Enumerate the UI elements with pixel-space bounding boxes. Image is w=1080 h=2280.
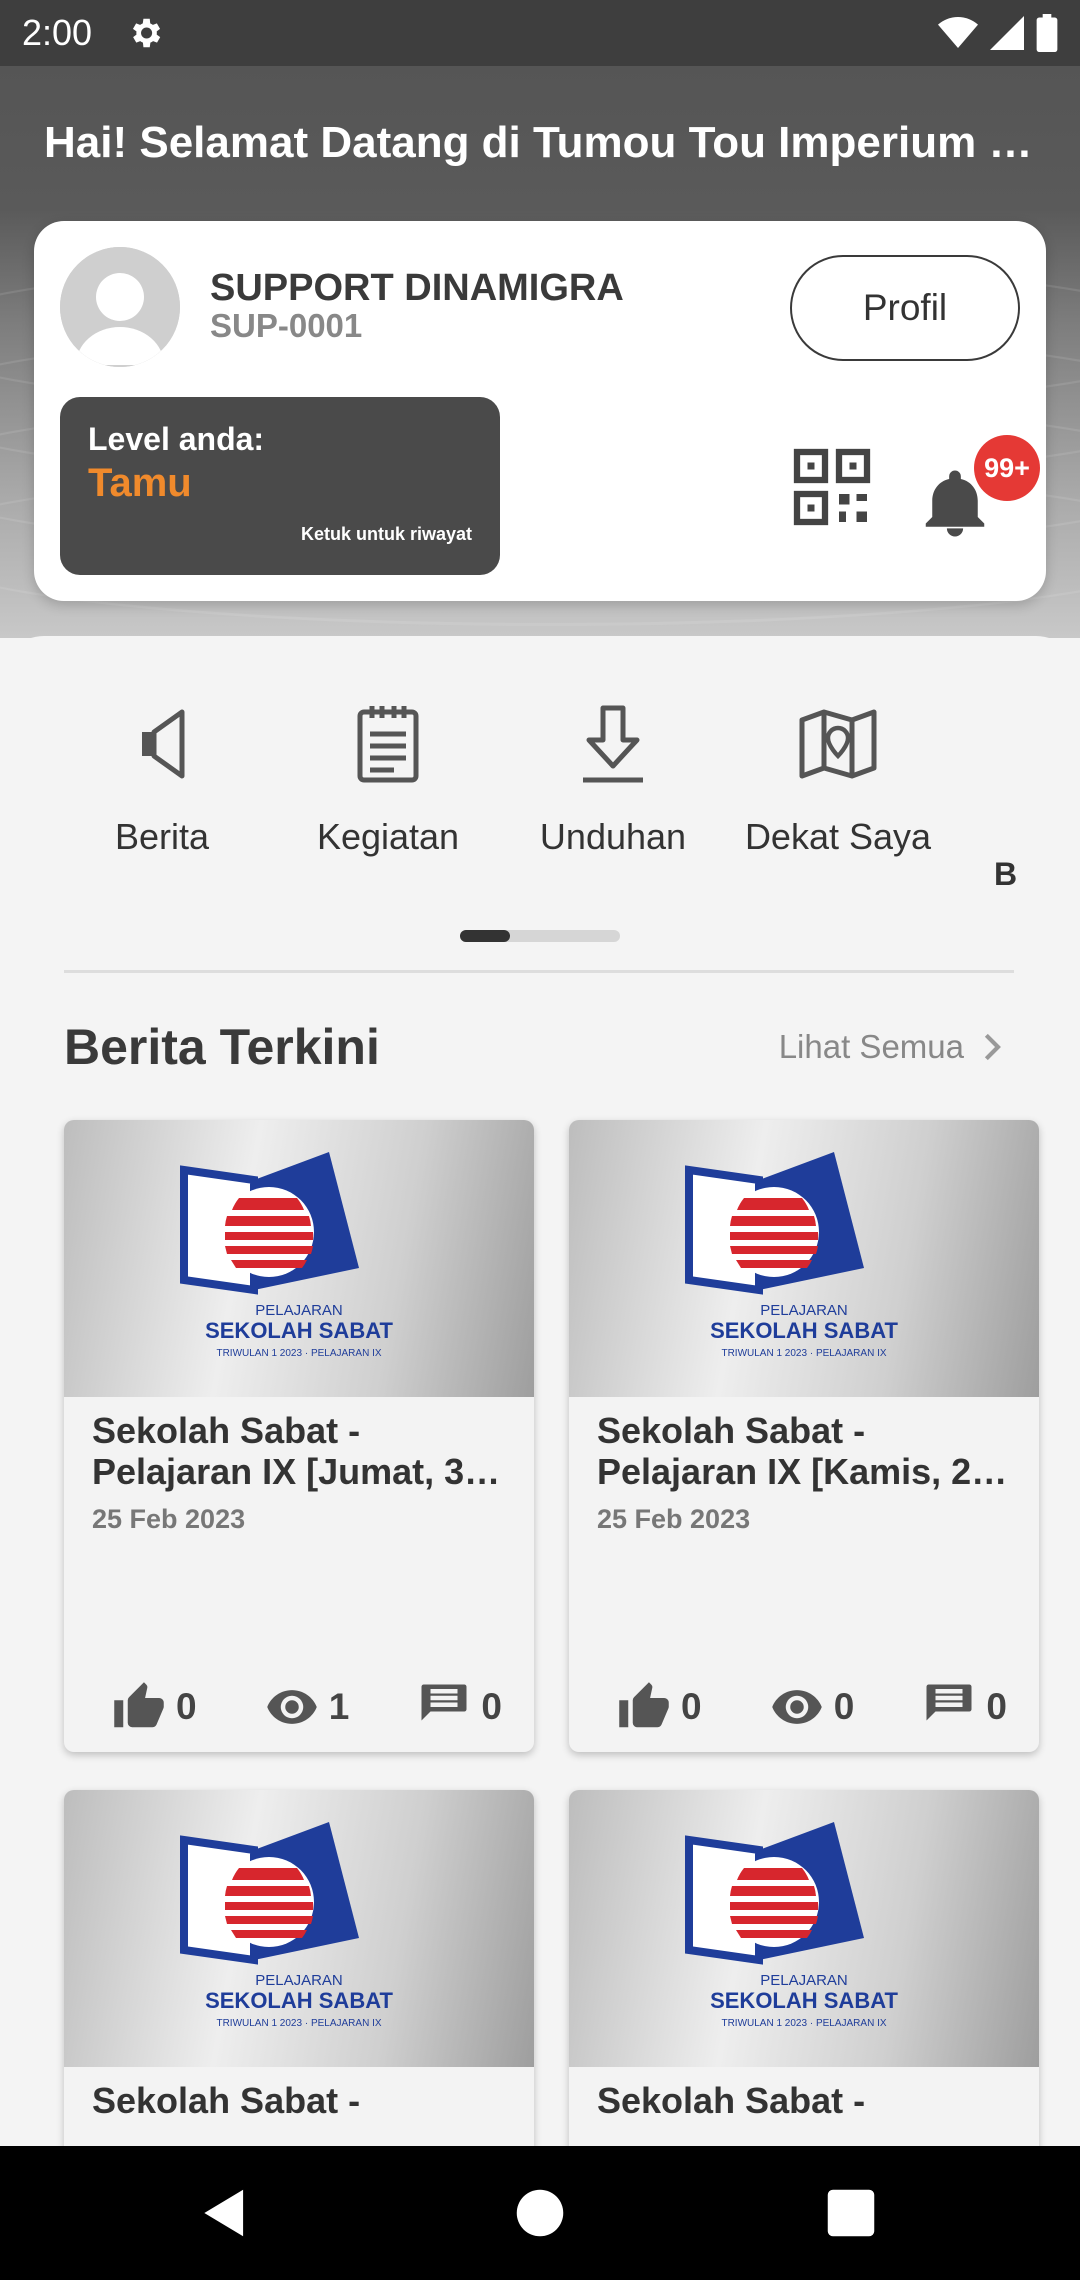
gear-icon xyxy=(132,18,161,48)
like-stat[interactable]: 0 xyxy=(617,1680,702,1734)
back-icon[interactable] xyxy=(194,2182,256,2244)
news-image: PELAJARAN SEKOLAH SABAT TRIWULAN 1 2023 … xyxy=(64,1790,534,2067)
view-count: 0 xyxy=(833,1686,855,1727)
comment-stat[interactable]: 0 xyxy=(417,1680,502,1734)
divider xyxy=(64,970,1014,973)
news-card[interactable]: PELAJARAN SEKOLAH SABAT TRIWULAN 1 2023 … xyxy=(569,1120,1039,1752)
level-label: Level anda: xyxy=(88,421,265,457)
wifi-icon xyxy=(938,17,978,48)
view-stat: 1 xyxy=(265,1680,350,1734)
news-title: Sekolah Sabat - xyxy=(92,2080,361,2121)
status-icons xyxy=(938,14,1058,52)
logo-caption-line2: SEKOLAH SABAT xyxy=(205,1988,393,2013)
logo-caption-line2: SEKOLAH SABAT xyxy=(710,1988,898,2013)
status-bar: 2:00 xyxy=(0,0,1080,66)
sekolah-sabat-logo: PELAJARAN SEKOLAH SABAT TRIWULAN 1 2023 … xyxy=(180,1152,393,1359)
notepad-icon xyxy=(357,706,419,783)
level-value: Tamu xyxy=(88,461,192,505)
view-stat: 0 xyxy=(770,1680,855,1734)
view-count: 1 xyxy=(328,1686,350,1727)
level-box[interactable]: Level anda: Tamu Ketuk untuk riwayat xyxy=(60,397,500,575)
sekolah-sabat-logo: PELAJARAN SEKOLAH SABAT TRIWULAN 1 2023 … xyxy=(180,1822,393,2029)
recents-icon[interactable] xyxy=(820,2182,882,2244)
menu-item-peek[interactable]: B xyxy=(994,856,1017,893)
sekolah-sabat-logo: PELAJARAN SEKOLAH SABAT TRIWULAN 1 2023 … xyxy=(685,1152,898,1359)
comment-count: 0 xyxy=(986,1686,1007,1727)
map-icon xyxy=(799,709,877,779)
news-card[interactable]: PELAJARAN SEKOLAH SABAT TRIWULAN 1 2023 … xyxy=(64,1790,534,2150)
news-card[interactable]: PELAJARAN SEKOLAH SABAT TRIWULAN 1 2023 … xyxy=(569,1790,1039,2150)
like-count: 0 xyxy=(681,1686,702,1727)
menu-item-unduhan[interactable]: Unduhan xyxy=(503,696,723,858)
news-title: Sekolah Sabat - Pelajaran IX [Jumat, 3 M… xyxy=(92,1410,465,1492)
comment-count: 0 xyxy=(481,1686,502,1727)
logo-caption-line1: PELAJARAN xyxy=(255,1302,343,1319)
news-date: 25 Feb 2023 xyxy=(597,1504,751,1534)
level-history-hint: Ketuk untuk riwayat xyxy=(300,524,472,544)
megaphone-icon xyxy=(142,709,185,779)
logo-caption-line2: SEKOLAH SABAT xyxy=(205,1318,393,1343)
news-date: 25 Feb 2023 xyxy=(92,1504,246,1534)
comment-icon xyxy=(926,1684,972,1721)
menu-item-kegiatan[interactable]: Kegiatan xyxy=(278,696,498,858)
news-card[interactable]: PELAJARAN SEKOLAH SABAT TRIWULAN 1 2023 … xyxy=(64,1120,534,1752)
menu-scroll-indicator xyxy=(460,930,620,942)
navigation-bar xyxy=(0,2146,1080,2280)
thumbs-up-icon xyxy=(619,1682,669,1728)
qr-code-icon[interactable] xyxy=(790,445,874,529)
see-all-link[interactable]: Lihat Semua xyxy=(779,1028,1004,1066)
comment-icon xyxy=(421,1684,467,1721)
sekolah-sabat-logo: PELAJARAN SEKOLAH SABAT TRIWULAN 1 2023 … xyxy=(685,1822,898,2029)
logo-caption-line1: PELAJARAN xyxy=(760,1302,848,1319)
logo-caption-line3: TRIWULAN 1 2023 · PELAJARAN IX xyxy=(721,1348,886,1359)
eye-icon xyxy=(771,1690,822,1724)
menu-item-berita[interactable]: Berita xyxy=(52,696,272,858)
scroll-thumb xyxy=(460,930,510,942)
menu-label: Dekat Saya xyxy=(744,816,932,857)
menu-label: Unduhan xyxy=(539,816,687,857)
section-title: Berita Terkini xyxy=(64,1019,380,1075)
notification-button[interactable]: 99+ xyxy=(906,435,1040,545)
notification-badge: 99+ xyxy=(974,435,1040,501)
news-title: Sekolah Sabat - xyxy=(597,2080,866,2121)
news-title: Sekolah Sabat - Pelajaran IX [Kamis, 2 M… xyxy=(597,1410,972,1492)
content-sheet: Berita Kegiatan Unduhan Dekat Saya B Ber… xyxy=(0,636,1080,2150)
news-image: PELAJARAN SEKOLAH SABAT TRIWULAN 1 2023 … xyxy=(64,1120,534,1397)
see-all-label: Lihat Semua xyxy=(778,1028,964,1065)
profile-button[interactable]: Profil xyxy=(790,255,1020,361)
status-time: 2:00 xyxy=(22,12,93,53)
thumbs-up-icon xyxy=(114,1682,164,1728)
logo-caption-line2: SEKOLAH SABAT xyxy=(710,1318,898,1343)
download-icon xyxy=(583,705,643,783)
menu-item-dekat-saya[interactable]: Dekat Saya xyxy=(728,696,948,858)
welcome-title: Hai! Selamat Datang di Tumou Tou Imperiu… xyxy=(44,118,1044,167)
logo-caption-line1: PELAJARAN xyxy=(760,1972,848,1989)
user-name: SUPPORT DINAMIGRA xyxy=(210,267,624,309)
user-id: SUP-0001 xyxy=(210,307,363,344)
user-avatar-icon xyxy=(60,247,180,367)
news-image: PELAJARAN SEKOLAH SABAT TRIWULAN 1 2023 … xyxy=(569,1120,1039,1397)
profile-card: SUPPORT DINAMIGRA SUP-0001 Profil Level … xyxy=(34,221,1046,601)
signal-icon xyxy=(990,16,1024,50)
menu-label: Kegiatan xyxy=(316,816,460,857)
logo-caption-line3: TRIWULAN 1 2023 · PELAJARAN IX xyxy=(216,1348,381,1359)
logo-caption-line3: TRIWULAN 1 2023 · PELAJARAN IX xyxy=(216,2018,381,2029)
like-stat[interactable]: 0 xyxy=(112,1680,197,1734)
news-image: PELAJARAN SEKOLAH SABAT TRIWULAN 1 2023 … xyxy=(569,1790,1039,2067)
comment-stat[interactable]: 0 xyxy=(922,1680,1007,1734)
news-stats: 0 0 0 xyxy=(617,1680,1007,1734)
battery-icon xyxy=(1036,14,1058,52)
eye-icon xyxy=(266,1690,317,1724)
logo-caption-line1: PELAJARAN xyxy=(255,1972,343,1989)
chevron-right-icon xyxy=(984,1033,1001,1061)
menu-label: Berita xyxy=(114,816,210,857)
news-stats: 0 1 0 xyxy=(112,1680,502,1734)
avatar[interactable] xyxy=(60,247,180,367)
logo-caption-line3: TRIWULAN 1 2023 · PELAJARAN IX xyxy=(721,2018,886,2029)
home-icon[interactable] xyxy=(509,2182,571,2244)
like-count: 0 xyxy=(176,1686,197,1727)
